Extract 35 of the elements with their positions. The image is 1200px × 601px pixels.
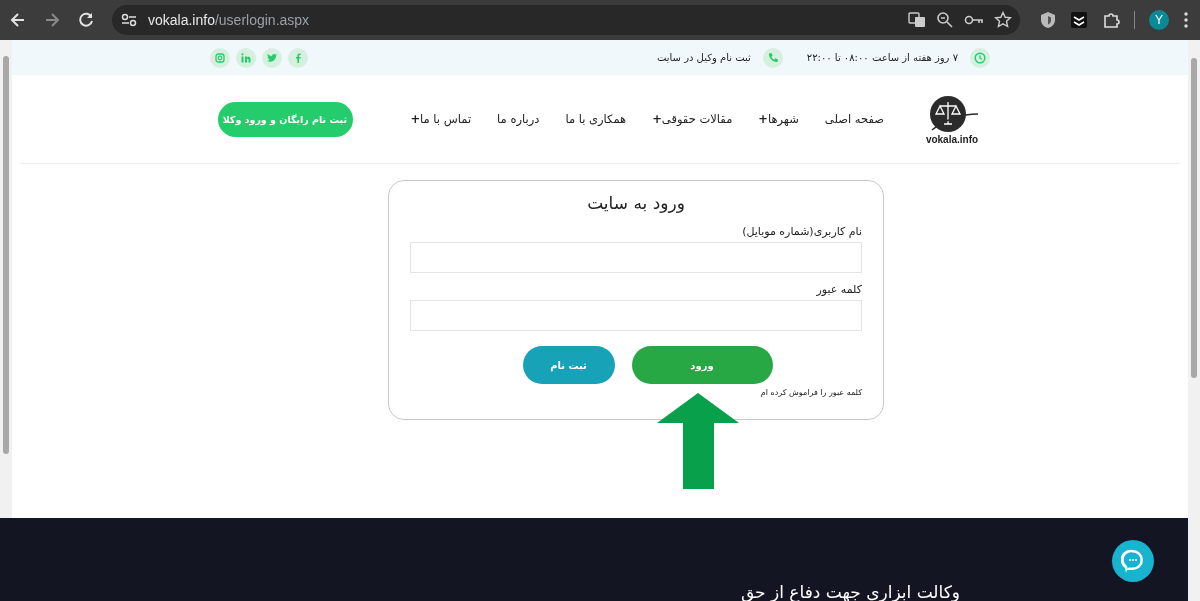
form-title: ورود به سایت: [586, 193, 686, 213]
up-arrow-icon: [657, 393, 739, 489]
translate-icon[interactable]: [908, 11, 926, 29]
nav-link[interactable]: تماس با ما+: [410, 112, 472, 126]
nav-link[interactable]: همکاری با ما: [565, 112, 627, 126]
input-field[interactable]: [410, 300, 862, 331]
url-text[interactable]: vokala.info/userlogin.aspx: [148, 12, 310, 28]
twitter-icon: [266, 51, 278, 64]
chat-bubble-icon: [1121, 548, 1145, 574]
input-field[interactable]: [410, 242, 862, 273]
working-hours: ۷ روز هفته از ساعت ۰۸:۰۰ تا ۲۲:۰۰: [806, 52, 958, 63]
chat-button[interactable]: [1112, 540, 1154, 582]
linkedin-icon: [240, 51, 252, 64]
profile-avatar[interactable]: Y: [1149, 10, 1169, 30]
field-label: نام کاربری(شماره موبایل): [741, 225, 862, 238]
nav-link[interactable]: مقالات حقوقی+: [652, 112, 733, 126]
zoom-icon[interactable]: [936, 11, 954, 29]
extensions-icon[interactable]: [1102, 11, 1120, 29]
address-bar[interactable]: vokala.info/userlogin.aspx: [112, 5, 1020, 35]
extension-badge-icon[interactable]: [1070, 11, 1088, 29]
clock-icon: [974, 51, 986, 64]
forgot-password-link[interactable]: کلمه عبور را فراموش کرده ام: [410, 388, 862, 397]
menu-icon[interactable]: [1183, 11, 1189, 29]
instagram-icon: [214, 51, 226, 64]
site-logo[interactable]: vokala.info: [922, 93, 982, 145]
reload-icon[interactable]: [76, 10, 96, 30]
nav-link[interactable]: درباره ما: [497, 112, 540, 126]
register-lawyer-link[interactable]: ثبت نام وکیل در سایت: [656, 52, 751, 63]
shield-icon[interactable]: [1040, 11, 1056, 29]
star-icon[interactable]: [994, 11, 1012, 29]
nav-link[interactable]: صفحه اصلی: [824, 112, 884, 126]
field-label: کلمه عبور: [815, 283, 862, 296]
site-settings-icon[interactable]: [120, 11, 138, 29]
phone-icon: [766, 51, 779, 64]
nav-link[interactable]: شهرها+: [758, 112, 799, 126]
